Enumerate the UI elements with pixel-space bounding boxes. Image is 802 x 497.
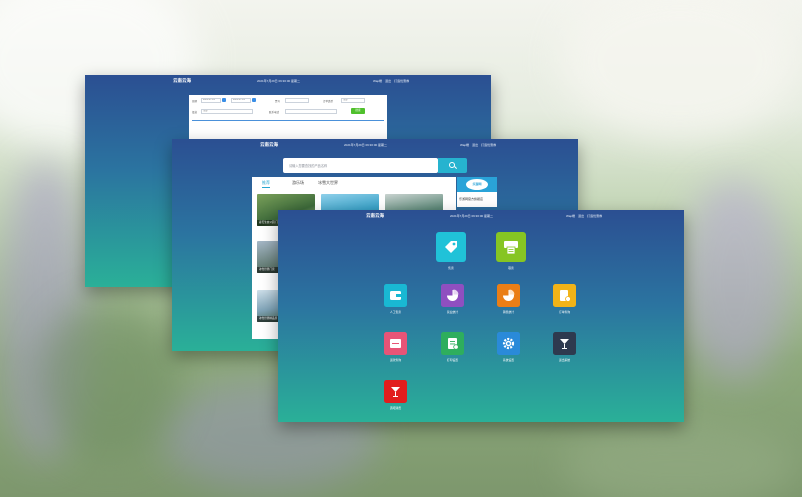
calendar-icon[interactable]	[222, 98, 226, 102]
app-label: 系统设置	[502, 358, 515, 362]
wallet-icon	[390, 291, 401, 300]
logout-link[interactable]: 退出	[385, 79, 391, 83]
app-tile	[553, 284, 576, 307]
app-tile	[553, 332, 576, 355]
wap-link[interactable]: Wap端	[566, 214, 575, 218]
app-tile	[436, 232, 466, 262]
app-label: 营业统计	[446, 310, 459, 314]
product-search-input[interactable]: 请输入您要查找的产品名称	[283, 158, 438, 173]
app-tile	[497, 332, 520, 355]
promo-panel[interactable]: 乐游网 乐游网官方旗舰店	[457, 177, 497, 207]
pie-chart-icon	[503, 289, 515, 301]
status-label: 票号	[275, 100, 281, 103]
date-label: 日期	[192, 100, 198, 103]
app-label: 退出系统	[558, 358, 571, 362]
app-tile	[497, 284, 520, 307]
promo-logo: 乐游网	[466, 179, 488, 190]
app-tile	[384, 332, 407, 355]
top-bar: 云南云海 2021年7月29日 09:30:00 星期二 Wap端 退出 打造优惠券	[85, 75, 491, 89]
inbox-icon	[390, 339, 401, 348]
card-title: 冰雪世界精品游	[257, 316, 279, 322]
app-label: 售票	[448, 266, 454, 270]
app-tile	[441, 332, 464, 355]
app-tile	[384, 284, 407, 307]
divider	[192, 120, 384, 121]
header-links: Wap端 退出 打造优惠券	[563, 214, 602, 218]
logout-link[interactable]: 退出	[472, 143, 478, 147]
app-label: 取票	[508, 266, 514, 270]
datetime: 2021年7月29日 09:30:00 星期二	[257, 79, 301, 83]
coupon-link[interactable]: 打造优惠券	[587, 214, 602, 218]
screen-launcher: 云南云海 2021年7月29日 09:30:00 星期二 Wap端 退出 打造优惠券…	[278, 210, 684, 422]
wap-link[interactable]: Wap端	[460, 143, 469, 147]
app-tile	[496, 232, 526, 262]
pie-chart-icon	[447, 289, 459, 301]
product-card[interactable]: 冰雪世界精品游	[257, 290, 279, 322]
product-card[interactable]: 冰雪世界门票	[257, 241, 279, 273]
tab-ice-world[interactable]: 冰雪大世界	[318, 180, 338, 186]
app-label: 人工售票	[389, 310, 402, 314]
tab-recommended[interactable]: 推荐	[262, 180, 270, 188]
search-placeholder: 请输入您要查找的产品名称	[289, 164, 328, 168]
datetime: 2021年7月29日 09:30:00 星期二	[344, 143, 388, 147]
tag-icon	[445, 241, 457, 253]
app-label: 酒吧消费	[389, 406, 402, 410]
logout-link[interactable]: 退出	[578, 214, 584, 218]
header-links: Wap端 退出 打造优惠券	[457, 143, 496, 147]
channel-label: 渠道	[192, 111, 198, 114]
app-label: 打印设置	[446, 358, 459, 362]
promo-text: 乐游网官方旗舰店	[459, 197, 484, 201]
header-links: Wap端 退出 打造优惠券	[370, 79, 409, 83]
gear-icon	[502, 337, 515, 350]
top-bar: 云南云海 2021年7月29日 09:30:00 星期二 Wap端 退出 打造优惠券	[172, 139, 578, 153]
printer-icon	[504, 241, 518, 255]
app-label: 订单查询	[558, 310, 571, 314]
search-icon-handle	[453, 166, 458, 170]
coupon-link[interactable]: 打造优惠券	[394, 79, 409, 83]
app-title: 云南云海	[366, 213, 384, 218]
search-button[interactable]: 搜索	[351, 108, 365, 114]
app-title: 云南云海	[173, 78, 191, 83]
app-title: 云南云海	[260, 142, 278, 147]
document-icon	[560, 290, 571, 302]
app-label: 退款查询	[389, 358, 402, 362]
wap-link[interactable]: Wap端	[373, 79, 382, 83]
phone-input[interactable]	[285, 109, 337, 114]
order-type-label: 订单类型	[323, 100, 334, 103]
date-from-input[interactable]: 2021-07-29	[201, 98, 221, 103]
cocktail-icon	[560, 339, 569, 349]
top-bar: 云南云海 2021年7月29日 09:30:00 星期二 Wap端 退出 打造优惠券	[278, 210, 684, 224]
app-tile	[384, 380, 407, 403]
app-label: 销售统计	[502, 310, 515, 314]
app-tile	[441, 284, 464, 307]
tab-amusement[interactable]: 游乐场	[292, 180, 304, 186]
card-title: 冰雪世界门票	[257, 267, 279, 273]
cocktail-icon	[391, 387, 400, 397]
promo-banner: 乐游网	[457, 177, 497, 192]
phone-label: 联系电话	[269, 111, 280, 114]
order-type-select[interactable]: 全部	[341, 98, 365, 103]
datetime: 2021年7月29日 09:30:00 星期二	[450, 214, 494, 218]
date-to-input[interactable]: 2021-07-29	[231, 98, 251, 103]
coupon-link[interactable]: 打造优惠券	[481, 143, 496, 147]
search-button[interactable]	[438, 158, 467, 173]
calendar-icon[interactable]	[252, 98, 256, 102]
ticket-number-input[interactable]	[285, 98, 309, 103]
receipt-icon	[448, 338, 459, 350]
channel-select[interactable]: 全部	[201, 109, 253, 114]
